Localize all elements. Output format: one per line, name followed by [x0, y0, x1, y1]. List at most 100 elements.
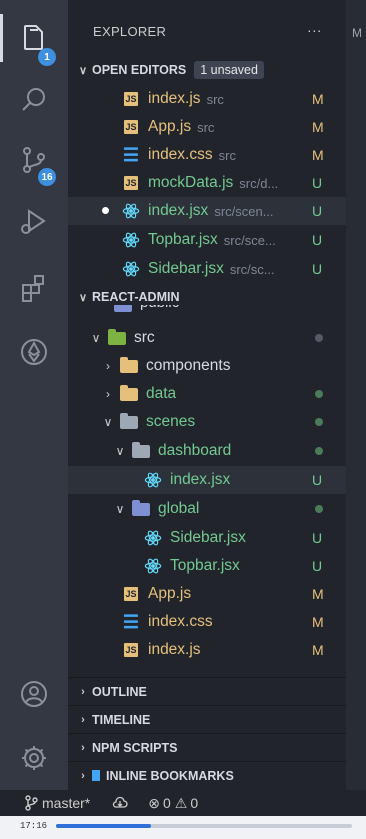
open-editor-item[interactable]: index.jsx src/scen... U: [68, 197, 346, 225]
chevron-right-icon: ›: [81, 713, 85, 726]
outline-section-header[interactable]: › OUTLINE: [68, 677, 346, 705]
tree-item-index-css[interactable]: ☰ index.css M: [68, 608, 346, 636]
tree-item-global[interactable]: ∨ global: [68, 495, 346, 523]
file-name: index.jsx: [148, 202, 209, 219]
tree-item-app-js[interactable]: JS App.js M: [68, 580, 346, 608]
file-path: src/scen...: [214, 203, 274, 219]
ethereum-view-button[interactable]: [0, 322, 68, 382]
sync-status-item[interactable]: [112, 796, 128, 810]
chevron-right-icon: ›: [81, 769, 85, 782]
explorer-title: EXPLORER: [93, 23, 167, 39]
folder-components-icon: [120, 356, 138, 373]
open-editors-section-header[interactable]: ∨ OPEN EDITORS 1 unsaved: [68, 57, 346, 83]
file-name: App.js: [148, 118, 192, 135]
explorer-sidebar: EXPLORER ··· ∨ OPEN EDITORS 1 unsaved JS…: [68, 0, 346, 790]
folder-scenes-icon: [120, 412, 138, 429]
folder-status-dot: [315, 447, 323, 455]
search-icon: [22, 88, 45, 111]
file-path: src: [206, 91, 224, 107]
git-status-modified: M: [312, 614, 324, 630]
run-debug-view-button[interactable]: [0, 192, 68, 252]
chevron-down-icon: ∨: [78, 291, 88, 304]
video-progress-fill: [56, 824, 151, 828]
chevron-down-icon: ∨: [78, 64, 88, 77]
file-path: src: [197, 119, 215, 135]
tree-item-scenes[interactable]: ∨ scenes: [68, 408, 346, 436]
folder-dashboard-icon: [132, 441, 150, 458]
gear-icon: [22, 746, 46, 770]
search-view-button[interactable]: [0, 70, 68, 130]
file-name: Topbar.jsx: [170, 557, 240, 574]
file-path: src/sc...: [229, 261, 275, 277]
chevron-down-icon: ∨: [91, 331, 101, 345]
folder-name: global: [158, 500, 200, 517]
folder-name: dashboard: [158, 442, 232, 459]
tree-item-components[interactable]: › components: [68, 352, 346, 380]
js-file-icon: JS: [124, 92, 138, 106]
warning-count: 0: [190, 795, 199, 811]
timeline-label: TIMELINE: [92, 712, 151, 727]
open-editor-item[interactable]: ☰ index.css src M: [68, 141, 346, 169]
unsaved-dot-icon[interactable]: [102, 207, 109, 214]
branch-name: master*: [42, 795, 91, 811]
git-status-untracked: U: [312, 261, 323, 277]
tree-item-index-jsx[interactable]: index.jsx U: [68, 466, 346, 494]
tree-item-sidebar-jsx[interactable]: Sidebar.jsx U: [68, 524, 346, 552]
file-name: index.js: [148, 90, 201, 107]
video-timestamp: 17:16: [20, 821, 48, 831]
warning-icon: ⚠: [174, 794, 188, 811]
video-progress-track[interactable]: [56, 824, 352, 828]
activity-bar: 1 16: [0, 0, 68, 790]
account-icon: [21, 681, 47, 707]
folder-name: scenes: [146, 413, 196, 430]
tree-item-src[interactable]: ∨ src: [68, 324, 346, 352]
folder-data-icon: [120, 384, 138, 401]
more-actions-button[interactable]: ···: [307, 22, 322, 38]
editor-tab-partial[interactable]: M: [352, 26, 362, 40]
npm-scripts-section-header[interactable]: › NPM SCRIPTS: [68, 733, 346, 761]
folder-global-icon: [132, 499, 150, 516]
folder-name: data: [146, 385, 177, 402]
source-control-view-button[interactable]: 16: [0, 130, 68, 190]
folder-name: components: [146, 357, 231, 374]
extensions-view-button[interactable]: [0, 258, 68, 318]
react-file-icon: [144, 471, 162, 489]
open-editor-item[interactable]: JS mockData.js src/d... U: [68, 169, 346, 197]
file-path: src/d...: [239, 175, 279, 191]
git-status-modified: M: [312, 147, 324, 163]
css-file-icon: ☰: [122, 611, 140, 632]
react-file-icon: [144, 557, 162, 575]
tree-item-data[interactable]: › data: [68, 380, 346, 408]
folder-status-dot: [315, 334, 323, 342]
open-editor-item[interactable]: JS App.js src M: [68, 113, 346, 141]
manage-settings-button[interactable]: [0, 728, 68, 788]
tree-item-topbar-jsx[interactable]: Topbar.jsx U: [68, 552, 346, 580]
branch-status-item[interactable]: master*: [24, 795, 90, 811]
open-editor-item[interactable]: Sidebar.jsx src/sc... U: [68, 255, 346, 283]
git-status-untracked: U: [312, 232, 323, 248]
folder-name: src: [134, 329, 155, 346]
open-editor-item[interactable]: JS index.js src M: [68, 85, 346, 113]
partial-tree-item[interactable]: public: [68, 305, 346, 317]
file-name: index.css: [148, 146, 213, 163]
timeline-section-header[interactable]: › TIMELINE: [68, 705, 346, 733]
chevron-down-icon: ∨: [115, 444, 125, 458]
video-player-bar: 17:16: [0, 816, 366, 839]
open-editors-label: OPEN EDITORS: [92, 63, 187, 77]
git-status-untracked: U: [312, 558, 323, 574]
open-editor-item[interactable]: Topbar.jsx src/sce... U: [68, 226, 346, 254]
explorer-view-button[interactable]: 1: [0, 8, 68, 68]
accounts-button[interactable]: [0, 664, 68, 724]
unsaved-badge: 1 unsaved: [194, 61, 264, 79]
file-path: src/sce...: [223, 232, 276, 248]
tree-item-dashboard[interactable]: ∨ dashboard: [68, 437, 346, 465]
git-status-modified: M: [312, 586, 324, 602]
inline-bookmarks-section-header[interactable]: › INLINE BOOKMARKS: [68, 761, 346, 789]
folder-src-icon: [108, 328, 126, 345]
explorer-header: EXPLORER ···: [68, 0, 346, 62]
problems-status-item[interactable]: ⊗ 0 ⚠ 0: [148, 795, 198, 812]
file-path: src: [218, 147, 236, 163]
inline-bookmarks-label: INLINE BOOKMARKS: [106, 768, 234, 783]
tree-item-index-js[interactable]: JS index.js M: [68, 636, 346, 664]
folder-name: public: [140, 305, 179, 311]
